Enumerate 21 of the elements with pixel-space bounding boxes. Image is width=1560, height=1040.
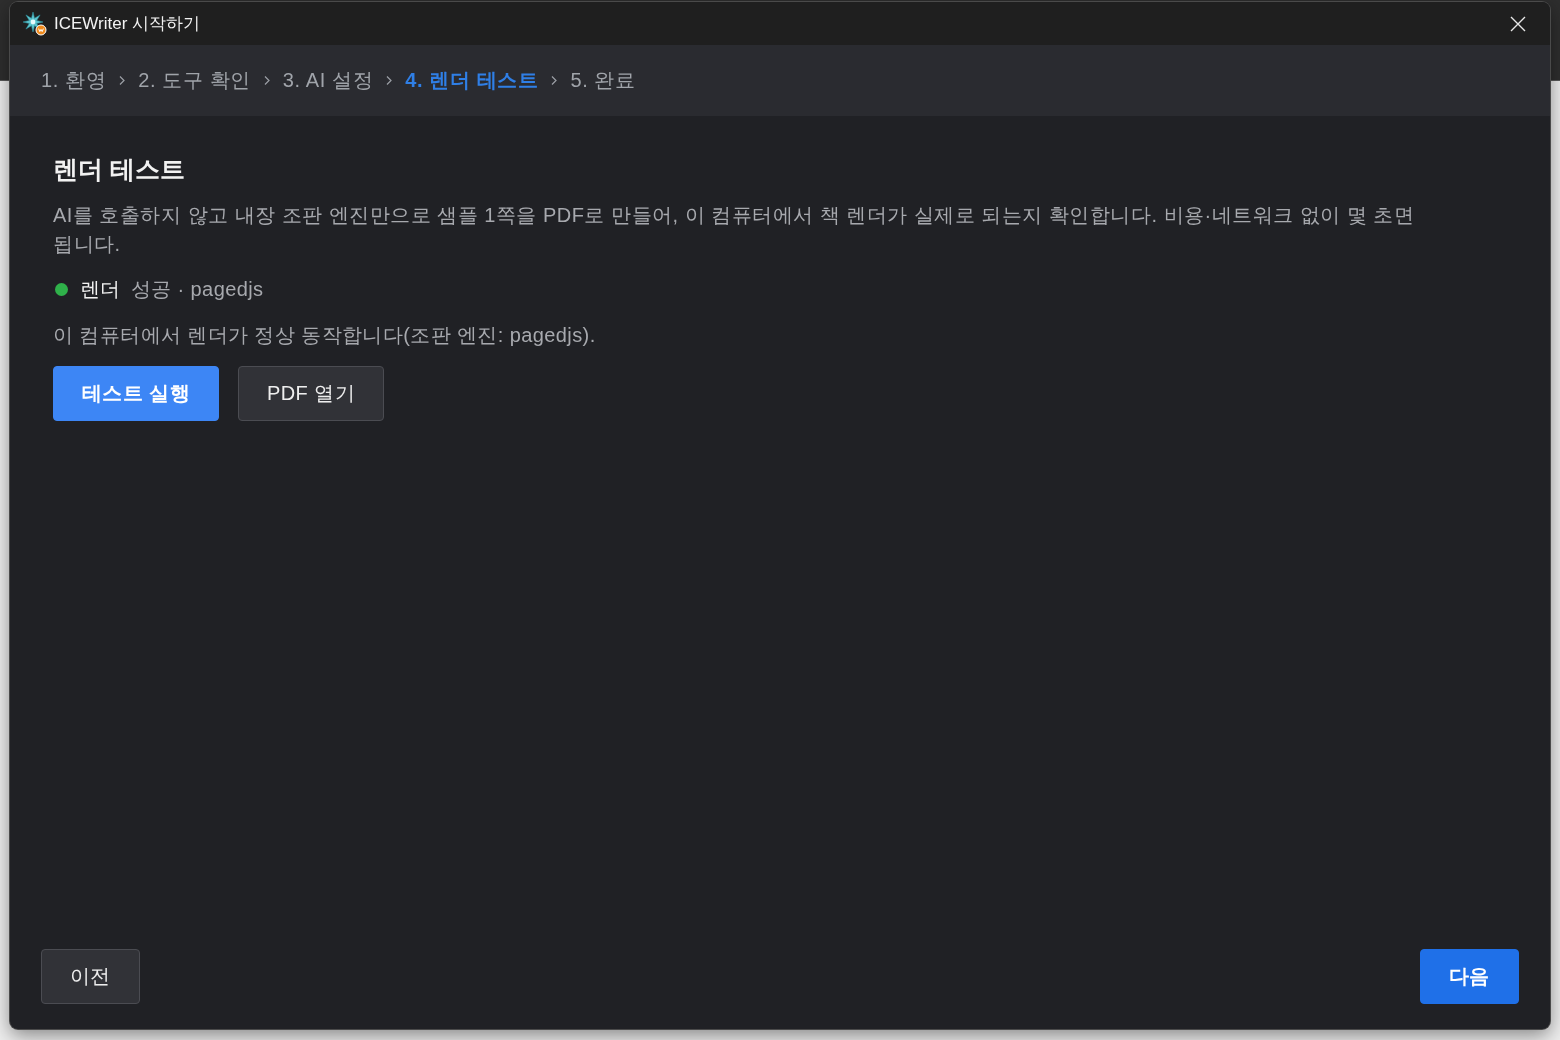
chevron-icon	[263, 76, 270, 85]
wizard-step[interactable]: 2. 도구 확인	[138, 67, 251, 94]
wizard-step[interactable]: 3. AI 설정	[282, 67, 374, 94]
chevron-icon	[119, 76, 126, 85]
next-button[interactable]: 다음	[1420, 949, 1519, 1004]
snowflake-logo-icon	[22, 11, 47, 36]
status-detail: 성공 · pagedjs	[130, 277, 264, 302]
wizard-step[interactable]: 5. 완료	[570, 67, 636, 94]
section-description: AI를 호출하지 않고 내장 조판 엔진만으로 샘플 1쪽을 PDF로 만들어, 이 컴퓨터에서 책 렌더가 실제로 되는지 확인합니다. 비용·네트워크 없이 몇 초면 됩니다.	[53, 203, 1416, 257]
open-pdf-button[interactable]: PDF 열기	[237, 366, 384, 421]
status-label: 렌더	[80, 277, 121, 302]
wizard-step[interactable]: 1. 환영	[41, 67, 107, 94]
run-test-button[interactable]: 테스트 실행	[53, 366, 219, 421]
section-heading: 렌더 테스트	[53, 154, 185, 185]
close-icon	[1510, 15, 1526, 32]
window-title: ICEWriter 시작하기	[54, 13, 201, 35]
result-message: 이 컴퓨터에서 렌더가 정상 동작합니다(조판 엔진: pagedjs).	[53, 323, 596, 348]
chevron-icon	[386, 76, 393, 85]
chevron-icon	[551, 76, 558, 85]
wizard-step[interactable]: 4. 렌더 테스트	[405, 67, 539, 94]
previous-button[interactable]: 이전	[41, 949, 140, 1004]
